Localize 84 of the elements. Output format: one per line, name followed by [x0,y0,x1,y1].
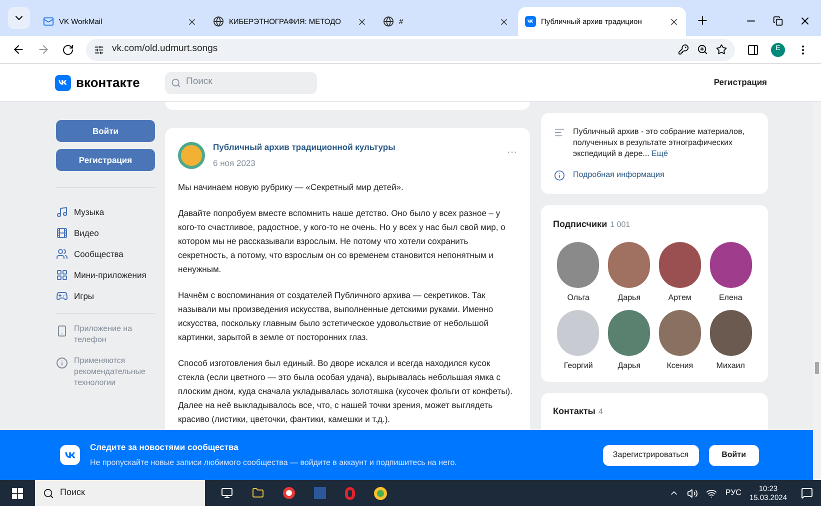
language-indicator[interactable]: РУС [725,487,742,499]
subscriber-name[interactable]: Елена [718,292,742,304]
avatar-placeholder[interactable] [710,242,752,288]
windows-start-icon[interactable] [12,488,23,498]
mail-icon [43,16,54,27]
login-button[interactable]: Войти [56,120,155,142]
avatar-placeholder[interactable] [710,310,752,356]
contacts-count: 4 [598,406,603,418]
taskbar-search-field[interactable]: Поиск [35,480,205,506]
register-link[interactable]: Регистрация [714,76,767,89]
forward-icon[interactable] [37,43,50,56]
post-paragraph: Способ изготовления был единый. Во дворе искался и всегда находился кусок стекла (если цветного — это была особая удача), вырывалась небольшая ямка с плоским дном, куда сначала укладывалась золотяшка (кусочек фольги от конфеты). Далее на неё выкладывалось все, что, с нашей точки зрения, может выглядеть красиво (листики, цветочки, фантики, камешки и т.д.). [178,356,514,426]
subscriber-name[interactable]: Артем [668,292,692,304]
search-icon [171,78,181,88]
description-icon [554,127,565,138]
games-icon [56,290,68,302]
nav-item[interactable]: Мини-приложения [56,267,155,283]
subscriber-name[interactable]: Ксения [666,360,694,372]
volume-icon[interactable] [687,488,698,498]
more-link[interactable]: Ещё [652,149,668,158]
avatar-placeholder[interactable] [658,242,701,288]
nav-item[interactable]: Видео [56,225,155,241]
banner-title: Следите за новостями сообщества [90,441,240,454]
info-icon [56,357,68,369]
tab-list-button[interactable] [8,7,30,29]
subscriber-name[interactable]: Ольга [567,292,590,304]
site-settings-icon[interactable] [94,44,104,54]
notifications-icon[interactable] [801,487,813,499]
address-field[interactable]: vk.com/old.udmurt.songs [86,38,735,60]
subscribers-title: Подписчики [553,218,608,231]
task-view-icon[interactable] [221,487,233,499]
info-icon [554,170,565,180]
avatar-placeholder[interactable] [557,242,600,288]
new-tab-icon[interactable] [696,14,709,27]
logo-text: вконтакте [76,74,140,92]
music-icon [56,206,68,218]
key-icon[interactable] [678,44,689,55]
about-text: Публичный архив - это собрание материалов, полученных в результате этнографических экспедиций в дере... Ещё [573,126,746,159]
nav-item[interactable]: Музыка [56,204,155,220]
subscribers-count: 1 001 [610,219,630,231]
subscriber-name[interactable]: Дарья [618,360,641,372]
register-button[interactable]: Регистрация [56,149,155,171]
restore-icon[interactable] [773,16,783,26]
post-paragraph: Начнём с воспоминания от создателей Публичного архива — секретиков. Так называли мы произведения искусства, выполненные детскими руками. Именно искусства, поскольку главным было эстетическое удовольствие от небольшой картинки, зарытой в земле от посторонних глаз. [178,288,494,344]
banner-subtitle: Не пропускайте новые записи любимого сообщества — войдите в аккаунт и подпишитесь на него. [90,456,458,469]
banner-login-button[interactable]: Войти [708,444,759,466]
post-author[interactable]: Публичный архив традиционной культуры [213,141,499,154]
side-panel-icon[interactable] [747,44,759,56]
network-icon[interactable] [706,488,718,498]
nav-item[interactable]: Игры [56,288,155,304]
nav-item[interactable]: Сообщества [56,246,155,262]
zoom-icon[interactable] [697,44,708,55]
avatar-placeholder[interactable] [658,310,701,356]
reload-icon[interactable] [62,44,74,56]
details-link[interactable]: Подробная информация [573,169,664,181]
close-icon[interactable] [357,16,367,26]
avatar-placeholder[interactable] [608,242,650,288]
vk-logo-icon [55,74,71,90]
subscriber-name[interactable]: Дарья [618,292,641,304]
phone-icon [56,325,68,337]
back-icon[interactable] [12,43,25,56]
subscriber-name[interactable]: Георгий [564,360,593,372]
avatar-placeholder[interactable] [608,310,650,356]
url-text: vk.com/old.udmurt.songs [112,42,218,56]
banner-register-button[interactable]: Зарегистрироваться [602,444,699,466]
close-icon[interactable] [499,16,509,26]
close-icon[interactable] [187,16,197,26]
close-icon[interactable] [669,16,679,26]
bookmark-star-icon[interactable] [716,44,727,55]
post-paragraph: Мы начинаем новую рубрику — «Секретный мир детей». [178,180,404,194]
globe-icon [213,16,224,27]
close-icon[interactable] [799,15,811,27]
post-date: 6 ноя 2023 [213,156,256,170]
vk-logo-icon [525,16,536,27]
apps-icon [56,269,68,281]
community-avatar [178,142,205,169]
contacts-title: Контакты [553,404,596,418]
groups-icon [56,248,68,260]
video-icon [56,227,68,239]
globe-icon [383,16,394,27]
post-paragraph: Давайте попробуем вместе вспомнить наше детство. Оно было у всех разное – у кого-то счастливое, радостное, у кого-то не очень. Но у всех у нас был свой мир, о котором мы не рассказывали взрослым. Не потому что хотели сохранить секретность, а потому, что взрослым он со временем становится непонятным и ненужным. [178,206,506,276]
subscriber-name[interactable]: Михаил [716,360,745,372]
folder-icon[interactable] [252,487,264,499]
search-icon [43,488,54,498]
